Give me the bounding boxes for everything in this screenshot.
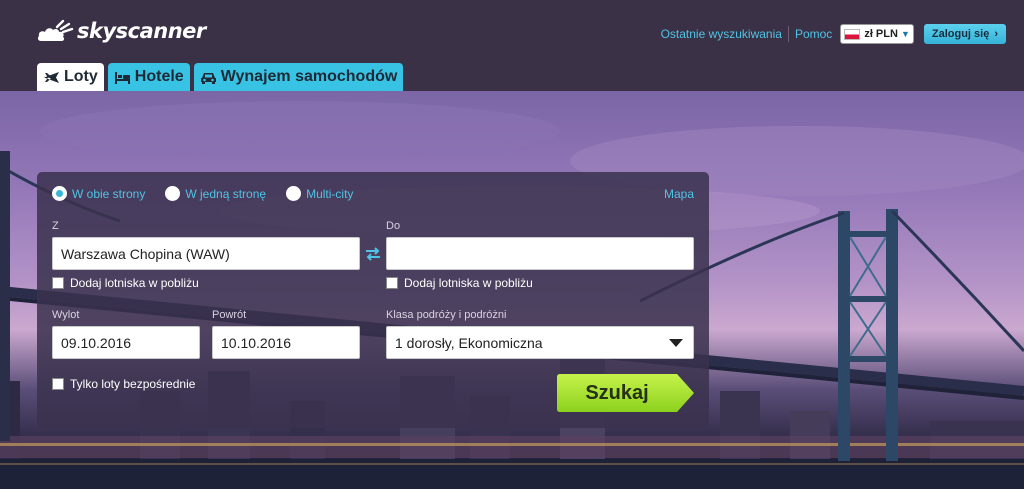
to-input[interactable] — [386, 237, 694, 270]
nearby-airports-to-checkbox[interactable]: Dodaj lotniska w pobliżu — [386, 276, 533, 290]
tab-label: Wynajem samochodów — [220, 68, 398, 85]
tab-flights[interactable]: Loty — [37, 63, 104, 91]
checkbox-label: Dodaj lotniska w pobliżu — [404, 276, 533, 290]
depart-date-input[interactable] — [52, 326, 200, 359]
trip-type-round-trip[interactable]: W obie strony — [52, 186, 145, 201]
nearby-airports-from-checkbox[interactable]: Dodaj lotniska w pobliżu — [52, 276, 199, 290]
radio-label: Multi-city — [306, 186, 354, 201]
currency-label: zł PLN — [864, 28, 898, 40]
brand-name: skyscanner — [77, 19, 206, 43]
swap-arrows-icon[interactable] — [363, 244, 383, 264]
help-link[interactable]: Pomoc — [795, 27, 832, 41]
recent-searches-link[interactable]: Ostatnie wyszukiwania — [661, 27, 782, 41]
radio-empty-icon — [286, 186, 302, 201]
to-label: Do — [386, 220, 401, 232]
return-label: Powrót — [212, 309, 247, 321]
bed-icon — [114, 71, 130, 84]
class-travellers-label: Klasa podróży i podróżni — [386, 309, 507, 321]
checkbox-icon — [52, 378, 64, 390]
checkbox-icon — [386, 277, 398, 289]
return-date-input[interactable] — [212, 326, 360, 359]
plane-icon — [44, 71, 59, 83]
class-travellers-select[interactable]: 1 dorosły, Ekonomiczna — [386, 326, 694, 359]
caret-down-icon: ▼ — [900, 29, 910, 39]
flight-search-panel: W obie strony W jedną stronę Multi-city … — [37, 172, 709, 428]
radio-selected-icon — [52, 186, 67, 201]
trip-type-one-way[interactable]: W jedną stronę — [165, 186, 266, 201]
radio-label: W jedną stronę — [185, 186, 267, 201]
select-value: 1 dorosły, Ekonomiczna — [395, 334, 543, 351]
product-tabs: Loty Hotele Wynajem samochodów — [37, 63, 404, 91]
radio-empty-icon — [165, 186, 181, 201]
tab-label: Loty — [64, 68, 98, 85]
cloud-sun-icon — [37, 19, 74, 41]
tab-car-rental[interactable]: Wynajem samochodów — [193, 63, 404, 91]
poland-flag-icon — [844, 28, 861, 40]
checkbox-icon — [52, 277, 64, 289]
depart-label: Wylot — [52, 309, 80, 321]
tab-label: Hotele — [134, 68, 184, 85]
trip-type-multi-city[interactable]: Multi-city — [286, 186, 353, 201]
direct-flights-checkbox[interactable]: Tylko loty bezpośrednie — [52, 377, 195, 391]
header-links: Ostatnie wyszukiwania Pomoc zł PLN ▼ Zal… — [661, 24, 1006, 44]
checkbox-label: Tylko loty bezpośrednie — [70, 377, 196, 391]
map-link[interactable]: Mapa — [664, 187, 694, 201]
chevron-right-icon: › — [994, 28, 998, 40]
login-label: Zaloguj się — [931, 28, 990, 40]
from-input[interactable] — [52, 237, 360, 270]
car-icon — [200, 72, 216, 84]
login-button[interactable]: Zaloguj się › — [923, 24, 1006, 44]
top-bar: skyscanner Ostatnie wyszukiwania Pomoc z… — [0, 0, 1024, 91]
from-label: Z — [52, 220, 59, 232]
tab-hotels[interactable]: Hotele — [107, 63, 190, 91]
currency-selector[interactable]: zł PLN ▼ — [840, 24, 914, 44]
search-button[interactable]: Szukaj — [557, 374, 694, 412]
checkbox-label: Dodaj lotniska w pobliżu — [70, 276, 199, 290]
divider — [787, 26, 789, 42]
search-button-label: Szukaj — [585, 381, 649, 404]
skyscanner-logo[interactable]: skyscanner — [37, 17, 206, 45]
radio-label: W obie strony — [72, 186, 146, 201]
caret-down-icon — [669, 339, 683, 347]
trip-type-group: W obie strony W jedną stronę Multi-city — [52, 186, 373, 201]
